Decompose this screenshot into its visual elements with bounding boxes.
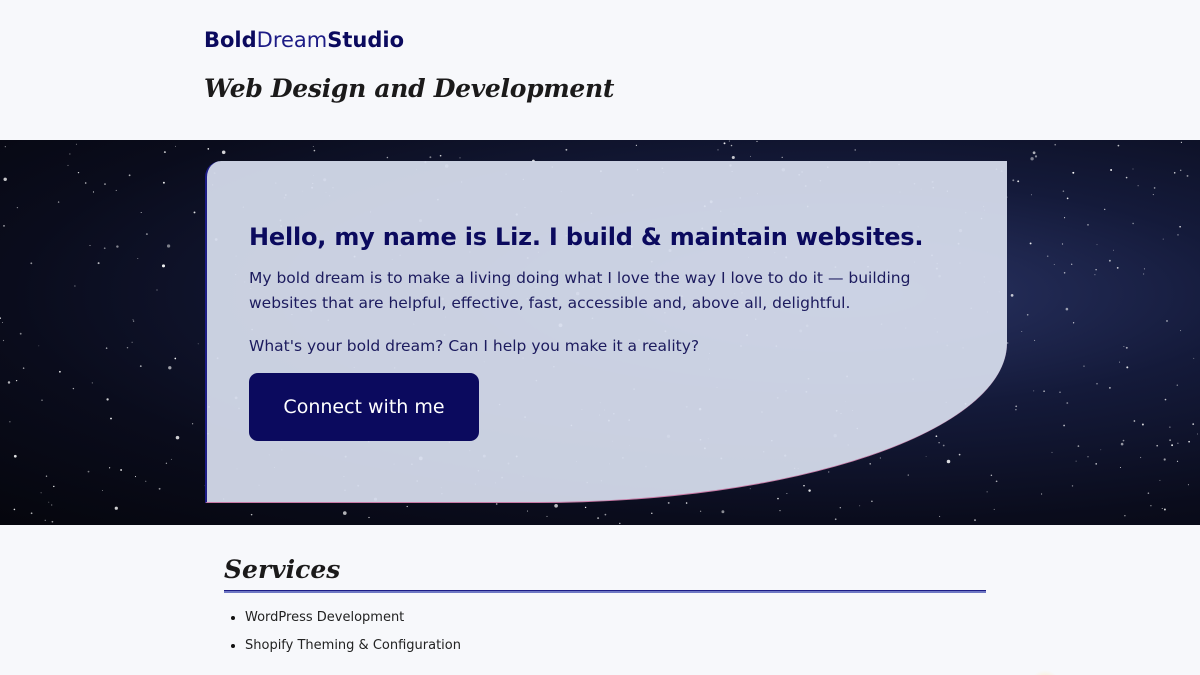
site-header: BoldDreamStudio Web Design and Developme… [0, 0, 1200, 140]
page: BoldDreamStudio Web Design and Developme… [0, 0, 1200, 675]
services-section: Services WordPress Development Shopify T… [0, 525, 1200, 675]
hero-question-text: What's your bold dream? Can I help you m… [249, 337, 700, 355]
connect-button[interactable]: Connect with me [249, 373, 479, 441]
hero-heading: Hello, my name is Liz. I build & maintai… [249, 223, 924, 251]
site-logo[interactable]: BoldDreamStudio [204, 28, 404, 52]
services-divider [224, 590, 986, 593]
logo-studio: Studio [327, 28, 405, 52]
hero-intro-text: My bold dream is to make a living doing … [249, 269, 911, 312]
site-tagline: Web Design and Development [204, 74, 615, 103]
hero-section: Hello, my name is Liz. I build & maintai… [0, 140, 1200, 525]
services-heading: Services [224, 555, 341, 584]
logo-bold: Bold [204, 28, 257, 52]
list-item: WordPress Development [245, 609, 461, 637]
decorative-glow [1030, 670, 1060, 675]
services-list: WordPress Development Shopify Theming & … [224, 609, 461, 665]
logo-dream: Dream [256, 28, 328, 52]
list-item: Shopify Theming & Configuration [245, 637, 461, 665]
